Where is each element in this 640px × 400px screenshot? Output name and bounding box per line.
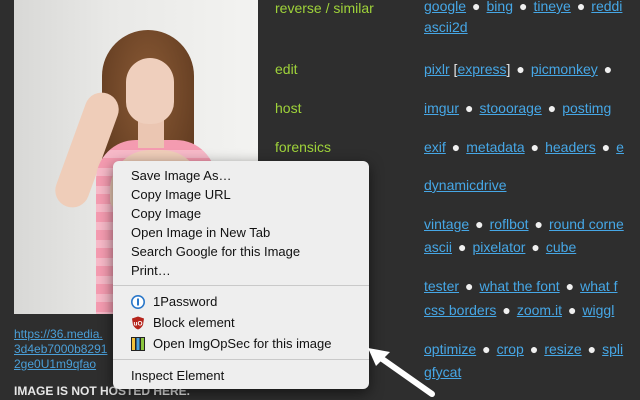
row-edit: pixlr [express] ● picmonkey ● <box>424 61 613 77</box>
link-what-font[interactable]: what f <box>580 278 617 294</box>
link-zoom-it[interactable]: zoom.it <box>517 302 562 318</box>
bullet: ● <box>475 216 484 232</box>
bullet: ● <box>529 341 539 357</box>
link-metadata[interactable]: metadata <box>466 139 524 155</box>
menu-item-open-in-new-tab[interactable]: Open Image in New Tab <box>131 225 270 241</box>
bullet: ● <box>518 0 528 14</box>
link-imgur[interactable]: imgur <box>424 100 459 116</box>
link-roflbot[interactable]: roflbot <box>490 216 529 232</box>
context-menu: Save Image As… Copy Image URL Copy Image… <box>113 161 369 389</box>
onepassword-icon <box>131 295 145 309</box>
bullet: ● <box>451 139 461 155</box>
row-host: imgur ● stooorage ● postimg <box>424 100 611 116</box>
link-cube[interactable]: cube <box>546 239 576 255</box>
link-pixlr-express[interactable]: express <box>457 61 506 77</box>
link-bing[interactable]: bing <box>487 0 513 14</box>
menu-item-open-imgopsec[interactable]: Open ImgOpSec for this image <box>153 336 331 352</box>
row-reverse: google ● bing ● tineye ● reddi <box>424 0 622 14</box>
bullet: ● <box>547 100 557 116</box>
arrow-pointer-icon <box>368 348 435 397</box>
menu-item-onepassword[interactable]: 1Password <box>153 294 217 310</box>
category-forensics: forensics <box>275 139 332 155</box>
category-edit: edit <box>275 61 298 77</box>
link-reddit[interactable]: reddi <box>591 0 622 14</box>
menu-item-search-google[interactable]: Search Google for this Image <box>131 244 300 260</box>
link-crop[interactable]: crop <box>497 341 524 357</box>
bullet: ● <box>576 0 586 14</box>
bullet: ● <box>502 302 511 318</box>
row-css: css borders ● zoom.it ● wiggl <box>424 302 614 318</box>
menu-divider <box>113 359 369 360</box>
link-tineye[interactable]: tineye <box>533 0 570 14</box>
bullet: ● <box>603 61 613 77</box>
link-more[interactable]: e <box>616 139 624 155</box>
bullet: ● <box>534 216 544 232</box>
link-round-corners[interactable]: round corne <box>549 216 624 232</box>
row-optimize: optimize ● crop ● resize ● spli <box>424 341 623 357</box>
image-url-link-3[interactable]: 2ge0U1m9qfao <box>14 357 96 371</box>
bullet: ● <box>472 0 481 14</box>
link-split[interactable]: spli <box>602 341 623 357</box>
link-picmonkey[interactable]: picmonkey <box>531 61 598 77</box>
menu-divider <box>113 285 369 286</box>
link-dynamicdrive[interactable]: dynamicdrive <box>424 177 506 193</box>
bullet: ● <box>601 139 611 155</box>
menu-item-save-image-as[interactable]: Save Image As… <box>131 168 231 184</box>
link-what-the-font[interactable]: what the font <box>479 278 559 294</box>
bullet: ● <box>465 100 474 116</box>
row-forensics: exif ● metadata ● headers ● e <box>424 139 624 155</box>
link-resize[interactable]: resize <box>544 341 581 357</box>
bullet: ● <box>516 61 525 77</box>
link-exif[interactable]: exif <box>424 139 446 155</box>
link-ascii[interactable]: ascii <box>424 239 452 255</box>
svg-text:uO: uO <box>133 321 142 328</box>
bullet: ● <box>530 139 540 155</box>
menu-item-copy-image[interactable]: Copy Image <box>131 206 201 222</box>
image-url-link-2[interactable]: 3d4eb7000b8291 <box>14 342 107 356</box>
menu-item-print[interactable]: Print… <box>131 263 171 279</box>
bullet: ● <box>458 239 467 255</box>
menu-item-inspect-element[interactable]: Inspect Element <box>131 368 224 384</box>
category-host: host <box>275 100 302 116</box>
bullet: ● <box>565 278 575 294</box>
row-font: tester ● what the font ● what f <box>424 278 617 294</box>
link-headers[interactable]: headers <box>545 139 596 155</box>
row-reverse-wrap: ascii2d <box>424 19 468 35</box>
bullet: ● <box>531 239 540 255</box>
link-wiggle[interactable]: wiggl <box>582 302 614 318</box>
ublock-icon: uO <box>132 316 144 330</box>
link-vintage[interactable]: vintage <box>424 216 469 232</box>
bullet: ● <box>482 341 491 357</box>
photo-face <box>126 58 174 124</box>
link-tester[interactable]: tester <box>424 278 459 294</box>
link-pixlr[interactable]: pixlr <box>424 61 450 77</box>
link-google[interactable]: google <box>424 0 466 14</box>
imgopsec-icon <box>131 337 145 351</box>
row-fun-1: vintage ● roflbot ● round corne <box>424 216 624 232</box>
link-ascii2d[interactable]: ascii2d <box>424 19 468 35</box>
row-dynamic: dynamicdrive <box>424 177 506 193</box>
menu-item-block-element[interactable]: Block element <box>153 315 235 331</box>
category-reverse-similar: reverse / similar <box>275 0 374 16</box>
bullet: ● <box>587 341 597 357</box>
link-postimg[interactable]: postimg <box>562 100 611 116</box>
link-css-borders[interactable]: css borders <box>424 302 496 318</box>
row-fun-2: ascii ● pixelator ● cube <box>424 239 576 255</box>
image-url-link-1[interactable]: https://36.media. <box>14 327 103 341</box>
bullet: ● <box>465 278 474 294</box>
bullet: ● <box>567 302 577 318</box>
menu-item-copy-image-url[interactable]: Copy Image URL <box>131 187 231 203</box>
link-pixelator[interactable]: pixelator <box>472 239 525 255</box>
link-stooorage[interactable]: stooorage <box>479 100 541 116</box>
